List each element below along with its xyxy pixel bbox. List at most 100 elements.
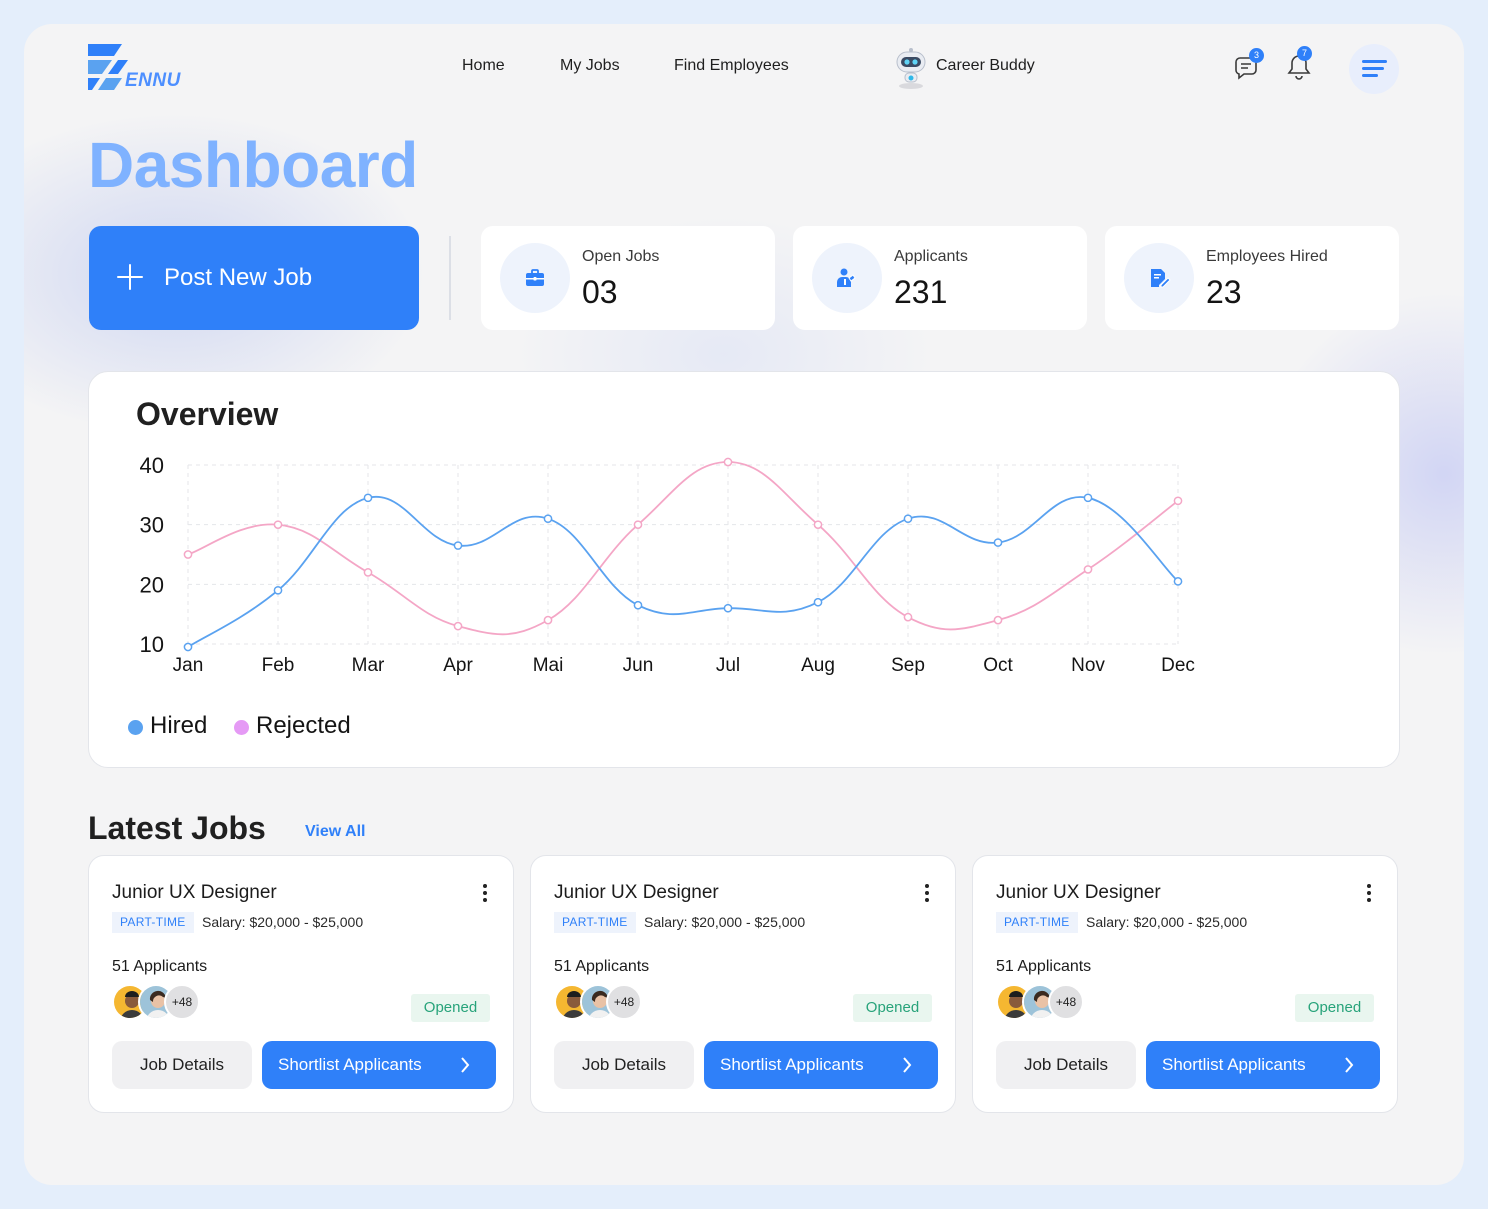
chevron-right-icon — [1345, 1057, 1354, 1073]
stat-card-employees-hired[interactable]: Employees Hired 23 — [1105, 226, 1399, 330]
x-tick-label: Sep — [891, 655, 925, 676]
stat-label: Applicants — [894, 248, 968, 265]
job-salary: Salary: $20,000 - $25,000 — [202, 914, 364, 930]
stat-label: Employees Hired — [1206, 248, 1328, 265]
y-tick-label: 30 — [140, 513, 164, 538]
data-point — [453, 541, 463, 550]
job-title: Junior UX Designer — [112, 882, 277, 903]
notifications-badge: 7 — [1297, 46, 1312, 61]
stat-card-applicants[interactable]: Applicants 231 — [793, 226, 1087, 330]
plus-icon — [117, 264, 143, 290]
data-point — [453, 621, 463, 631]
legend-label: Rejected — [256, 712, 351, 739]
more-options-icon[interactable] — [919, 882, 935, 904]
x-tick-label: Oct — [983, 655, 1013, 676]
legend-dot — [128, 720, 143, 735]
job-type-tag: PART-TIME — [996, 912, 1078, 933]
x-tick-label: Feb — [262, 655, 295, 676]
data-point — [273, 585, 283, 595]
job-details-button[interactable]: Job Details — [554, 1041, 694, 1089]
post-new-job-button[interactable]: Post New Job — [89, 226, 419, 330]
x-tick-label: Jan — [173, 655, 204, 676]
chevron-right-icon — [461, 1057, 470, 1073]
overview-line-chart[interactable]: 40 30 20 10 Jan Feb Mar Apr Mai Jun Jul Aug Sep Oct No… — [89, 372, 1401, 769]
data-point — [723, 457, 733, 467]
more-applicants-badge: +48 — [1048, 984, 1084, 1020]
data-point — [1083, 493, 1093, 503]
more-applicants-badge: +48 — [606, 984, 642, 1020]
x-tick-label: Jul — [716, 655, 740, 676]
data-point — [543, 615, 553, 625]
x-tick-label: Mar — [352, 655, 385, 676]
data-point — [273, 520, 283, 530]
data-point — [903, 612, 913, 622]
series-line-rejected — [187, 461, 1179, 636]
applicants-count: 51 Applicants — [112, 958, 208, 975]
latest-jobs-title: Latest Jobs — [88, 810, 266, 846]
chevron-right-icon — [903, 1057, 912, 1073]
notifications-button[interactable]: 7 — [1285, 46, 1315, 82]
data-point — [543, 514, 553, 524]
data-point — [633, 600, 643, 610]
job-card: Junior UX Designer PART-TIME Salary: $20… — [530, 855, 956, 1113]
nav-my-jobs[interactable]: My Jobs — [560, 57, 620, 75]
shortlist-applicants-button[interactable]: Shortlist Applicants — [262, 1041, 496, 1089]
job-card: Junior UX Designer PART-TIME Salary: $20… — [88, 855, 514, 1113]
divider — [449, 236, 451, 320]
y-tick-label: 40 — [140, 453, 164, 478]
job-title: Junior UX Designer — [996, 882, 1161, 903]
more-applicants-badge: +48 — [164, 984, 200, 1020]
data-point — [993, 615, 1003, 625]
shortlist-label: Shortlist Applicants — [278, 1055, 422, 1074]
legend-dot — [234, 720, 249, 735]
job-card: Junior UX Designer PART-TIME Salary: $20… — [972, 855, 1398, 1113]
job-details-button[interactable]: Job Details — [996, 1041, 1136, 1089]
more-options-icon[interactable] — [1361, 882, 1377, 904]
data-point — [813, 520, 823, 530]
x-tick-label: Nov — [1071, 655, 1105, 676]
stat-icon-circle — [1124, 243, 1194, 313]
stat-value: 23 — [1206, 274, 1242, 310]
logo-text: ENNU — [125, 70, 181, 91]
post-new-job-label: Post New Job — [164, 264, 313, 291]
applicants-count: 51 Applicants — [554, 958, 650, 975]
shortlist-applicants-button[interactable]: Shortlist Applicants — [1146, 1041, 1380, 1089]
nav-home[interactable]: Home — [462, 57, 505, 75]
status-badge: Opened — [411, 994, 490, 1022]
app-window: ENNU Home My Jobs Find Employees Career … — [24, 24, 1464, 1185]
x-tick-label: Aug — [801, 655, 835, 676]
data-point — [633, 520, 643, 530]
series-line-hired — [187, 495, 1179, 648]
shortlist-applicants-button[interactable]: Shortlist Applicants — [704, 1041, 938, 1089]
data-point — [183, 550, 193, 559]
shortlist-label: Shortlist Applicants — [720, 1055, 864, 1074]
messages-button[interactable]: 3 — [1232, 48, 1264, 84]
stat-icon-circle — [500, 243, 570, 313]
data-point — [723, 603, 733, 613]
stat-label: Open Jobs — [582, 248, 660, 265]
x-tick-label: Mai — [533, 655, 564, 676]
overview-card: Overview 40 30 20 10 Jan Feb Mar Apr Mai Jun Jul Au… — [88, 371, 1400, 768]
data-point — [363, 493, 373, 503]
more-options-icon[interactable] — [477, 882, 493, 904]
data-point — [1173, 577, 1183, 586]
applicant-icon — [837, 268, 856, 287]
briefcase-icon — [526, 269, 544, 286]
view-all-link[interactable]: View All — [305, 823, 365, 841]
page-title: Dashboard — [88, 129, 418, 201]
status-badge: Opened — [1295, 994, 1374, 1022]
career-buddy-link[interactable]: Career Buddy — [936, 57, 1035, 75]
stat-card-open-jobs[interactable]: Open Jobs 03 — [481, 226, 775, 330]
data-point — [813, 597, 823, 607]
hamburger-menu-icon[interactable] — [1349, 44, 1399, 94]
y-tick-label: 10 — [140, 632, 164, 657]
data-point — [1173, 496, 1183, 506]
robot-icon[interactable] — [892, 46, 930, 90]
data-point — [993, 538, 1003, 547]
job-details-button[interactable]: Job Details — [112, 1041, 252, 1089]
data-point — [183, 642, 193, 652]
job-title: Junior UX Designer — [554, 882, 719, 903]
legend-label: Hired — [150, 712, 208, 739]
job-type-tag: PART-TIME — [112, 912, 194, 933]
nav-find-employees[interactable]: Find Employees — [674, 57, 789, 75]
